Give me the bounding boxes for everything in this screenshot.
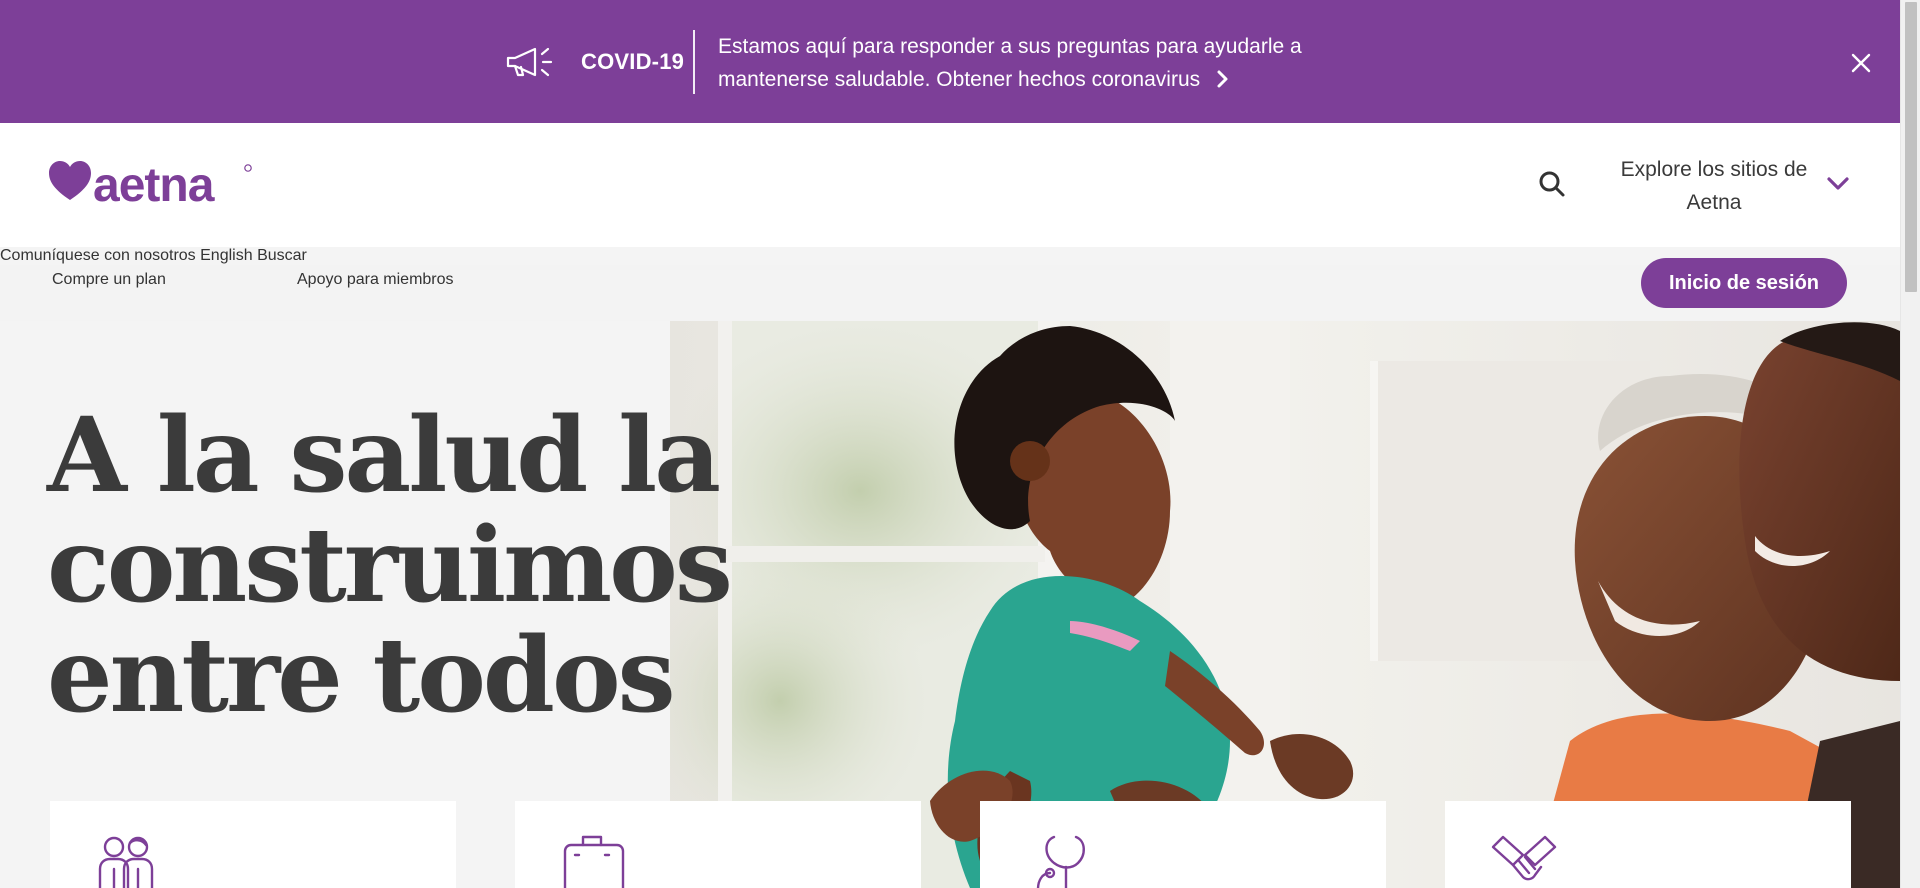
chevron-down-icon[interactable] — [1826, 176, 1850, 192]
language-link[interactable]: English — [200, 247, 252, 264]
search-label[interactable]: Buscar — [257, 247, 307, 264]
scrollbar-thumb[interactable] — [1905, 2, 1917, 292]
covid-banner: COVID-19 Estamos aquí para responder a s… — [0, 0, 1900, 123]
scrollbar[interactable] — [1900, 0, 1920, 888]
chevron-right-icon — [1217, 70, 1228, 88]
member-support-link[interactable]: Apoyo para miembros — [297, 271, 454, 289]
card-care[interactable] — [980, 801, 1386, 888]
card-family[interactable] — [50, 801, 456, 888]
shop-plan-link[interactable]: Compre un plan — [52, 271, 166, 289]
search-icon[interactable] — [1538, 170, 1566, 198]
card-travel[interactable] — [515, 801, 921, 888]
aetna-logo[interactable]: aetna — [49, 160, 255, 206]
suitcase-icon — [563, 835, 625, 888]
banner-message-text: Estamos aquí para responder a sus pregun… — [718, 35, 1302, 91]
handshake-icon — [1491, 835, 1557, 881]
heart-icon — [49, 161, 91, 200]
hero-title: A la salud la construimos entre todos — [47, 395, 733, 736]
banner-tag-label: COVID-19 — [581, 49, 685, 74]
logo-text: aetna — [93, 160, 215, 206]
hero: A la salud la construimos entre todos — [0, 321, 1900, 888]
sign-in-button[interactable]: Inicio de sesión — [1641, 258, 1847, 308]
stethoscope-icon — [1036, 835, 1085, 888]
megaphone-icon — [506, 47, 553, 77]
banner-divider — [693, 30, 695, 94]
page: COVID-19 Estamos aquí para responder a s… — [0, 0, 1900, 888]
contact-link[interactable]: Comuníquese con nosotros — [0, 247, 196, 264]
banner-message-link[interactable]: Estamos aquí para responder a sus pregun… — [718, 30, 1338, 96]
close-icon[interactable] — [1850, 52, 1872, 74]
banner-tag: COVID-19 — [505, 45, 684, 79]
family-icon — [98, 836, 154, 888]
card-partners[interactable] — [1445, 801, 1851, 888]
explore-sites-menu[interactable]: Explore los sitios de Aetna — [1612, 153, 1816, 219]
